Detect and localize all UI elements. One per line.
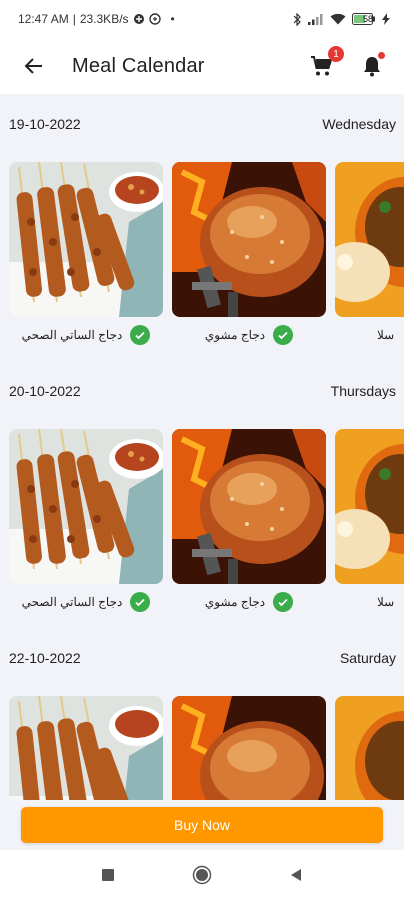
day-section: 19-10-2022 Wednesday دجاج الساتي الصحي د… (0, 114, 404, 362)
arrow-left-icon (24, 58, 42, 74)
meal-card[interactable]: سلا (335, 429, 404, 620)
meal-card[interactable]: دجاج الساتي الصحي (9, 162, 163, 353)
app-actions: 1 (308, 46, 386, 80)
meal-card[interactable]: دجاج مشوي (172, 429, 326, 620)
meal-card[interactable]: دجاج مشوي (172, 162, 326, 353)
meal-caption: دجاج الساتي الصحي (9, 317, 163, 353)
meal-name: سلا (377, 595, 395, 609)
cart-button[interactable]: 1 (308, 46, 344, 80)
meal-card[interactable] (9, 696, 163, 800)
charging-icon (382, 13, 390, 25)
notifications-button[interactable] (358, 52, 386, 80)
chicken-satay-skewers-image (9, 162, 163, 317)
buy-bar: Buy Now (0, 800, 404, 850)
status-left: 12:47 AM | 23.3KB/s • (18, 12, 175, 26)
day-header: 20-10-2022 Thursdays (0, 381, 404, 401)
check-icon (130, 592, 151, 612)
grilled-chicken-image (172, 696, 326, 800)
meal-calendar-list[interactable]: 19-10-2022 Wednesday دجاج الساتي الصحي د… (0, 94, 404, 800)
meal-name: سلا (377, 328, 395, 342)
day-weekday: Thursdays (330, 383, 396, 399)
salad-bowl-image (335, 429, 404, 584)
meal-card[interactable] (335, 696, 404, 800)
back-nav-button[interactable] (284, 863, 308, 887)
check-icon (273, 325, 294, 345)
app-bar: Meal Calendar 1 (0, 38, 404, 94)
day-section: 20-10-2022 Thursdays دجاج الساتي الصحي د… (0, 381, 404, 629)
day-weekday: Saturday (339, 650, 396, 666)
status-bar: 12:47 AM | 23.3KB/s • 58 (0, 0, 404, 38)
day-weekday: Wednesday (322, 116, 396, 132)
meal-caption: دجاج مشوي (172, 317, 326, 353)
bluetooth-icon (293, 12, 302, 26)
meal-row[interactable]: دجاج الساتي الصحي دجاج مشوي سلا (0, 429, 404, 629)
data-saver-icon (133, 13, 145, 25)
system-nav-bar (0, 850, 404, 900)
meal-row[interactable] (0, 696, 404, 800)
day-date: 22-10-2022 (9, 650, 81, 666)
notification-dot (378, 52, 385, 59)
back-triangle-icon (291, 869, 301, 881)
day-header: 19-10-2022 Wednesday (0, 114, 404, 134)
day-date: 20-10-2022 (9, 383, 81, 399)
check-icon (273, 592, 294, 612)
wifi-icon (330, 13, 346, 25)
meal-name: دجاج الساتي الصحي (21, 328, 123, 342)
grilled-chicken-image (172, 429, 326, 584)
check-icon (130, 325, 151, 345)
meal-card[interactable] (172, 696, 326, 800)
salad-bowl-image (335, 162, 404, 317)
battery-level: 58 (362, 14, 373, 24)
chicken-satay-skewers-image (9, 696, 163, 800)
meal-caption: دجاج الساتي الصحي (9, 584, 163, 620)
back-button[interactable] (16, 48, 52, 84)
signal-icon (308, 13, 324, 25)
status-right: 58 (293, 12, 390, 26)
meal-name: دجاج الساتي الصحي (21, 595, 123, 609)
status-time: 12:47 AM (18, 12, 69, 26)
meal-caption: سلا (335, 317, 404, 353)
meal-name: دجاج مشوي (204, 595, 266, 609)
chicken-satay-skewers-image (9, 429, 163, 584)
day-section: 22-10-2022 Saturday (0, 648, 404, 800)
meal-name: دجاج مشوي (204, 328, 266, 342)
recents-square-icon (102, 869, 114, 881)
salad-bowl-image (335, 696, 404, 800)
buy-now-button[interactable]: Buy Now (21, 807, 383, 843)
recents-button[interactable] (96, 863, 120, 887)
cart-count-badge: 1 (328, 46, 344, 62)
meal-row[interactable]: دجاج الساتي الصحي دجاج مشوي سلا (0, 162, 404, 362)
meal-caption: سلا (335, 584, 404, 620)
meal-card[interactable]: دجاج الساتي الصحي (9, 429, 163, 620)
meal-caption: دجاج مشوي (172, 584, 326, 620)
home-circle-icon (192, 865, 212, 885)
meal-card[interactable]: سلا (335, 162, 404, 353)
sync-icon (148, 13, 161, 25)
day-date: 19-10-2022 (9, 116, 81, 132)
page-title: Meal Calendar (72, 54, 205, 77)
home-button[interactable] (190, 863, 214, 887)
grilled-chicken-image (172, 162, 326, 317)
network-speed: 23.3KB/s (79, 12, 129, 26)
day-header: 22-10-2022 Saturday (0, 648, 404, 668)
